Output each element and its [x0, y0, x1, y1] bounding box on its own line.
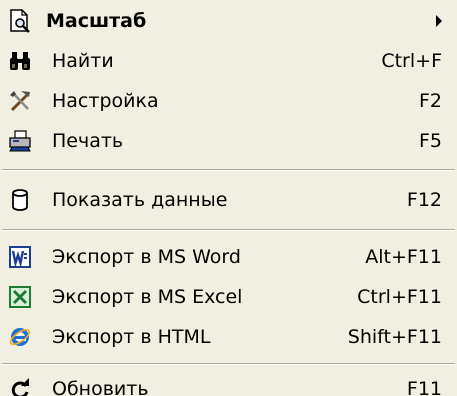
zoom-page-icon: [8, 9, 32, 33]
menu-item-show-data[interactable]: Показать данные F12: [0, 180, 457, 220]
menu-separator: [2, 363, 455, 365]
menu-item-shortcut: Ctrl+F: [381, 50, 442, 72]
menu-item-shortcut: F11: [406, 378, 442, 396]
menu-item-refresh[interactable]: Обновить F11: [0, 369, 457, 396]
menu-item-label: Показать данные: [52, 189, 228, 211]
menu-separator: [2, 229, 455, 231]
menu-item-shortcut: F5: [418, 130, 442, 152]
menu-item-shortcut: F12: [406, 189, 442, 211]
menu-item-label: Настройка: [52, 90, 159, 112]
menu-separator: [2, 169, 455, 171]
ms-excel-icon: [8, 285, 32, 309]
menu-item-export-word[interactable]: Экспорт в MS Word Alt+F11: [0, 237, 457, 277]
menu-item-print[interactable]: Печать F5: [0, 121, 457, 161]
refresh-icon: [8, 377, 32, 396]
menu-item-zoom[interactable]: Масштаб: [0, 1, 457, 41]
printer-icon: [8, 129, 32, 153]
menu-item-shortcut: Ctrl+F11: [357, 286, 442, 308]
menu-item-shortcut: Alt+F11: [365, 246, 442, 268]
menu-item-export-html[interactable]: Экспорт в HTML Shift+F11: [0, 317, 457, 357]
menu-item-settings[interactable]: Настройка F2: [0, 81, 457, 121]
submenu-arrow-icon: [436, 15, 442, 27]
menu-item-find[interactable]: Найти Ctrl+F: [0, 41, 457, 81]
menu-item-label: Масштаб: [46, 10, 147, 32]
ms-word-icon: [8, 245, 32, 269]
internet-explorer-icon: [8, 325, 32, 349]
menu-item-label: Экспорт в HTML: [52, 326, 211, 348]
tools-icon: [8, 89, 32, 113]
menu-item-label: Экспорт в MS Word: [52, 246, 241, 268]
menu-item-label: Обновить: [52, 378, 149, 396]
menu-item-label: Печать: [52, 130, 124, 152]
binoculars-icon: [8, 49, 32, 73]
database-icon: [8, 188, 32, 212]
menu-item-shortcut: F2: [418, 90, 442, 112]
context-menu: Масштаб Найти Ctrl+F Настройка F2 Печать…: [0, 0, 457, 396]
menu-item-label: Найти: [52, 50, 114, 72]
menu-item-export-excel[interactable]: Экспорт в MS Excel Ctrl+F11: [0, 277, 457, 317]
menu-item-shortcut: Shift+F11: [347, 326, 442, 348]
menu-item-label: Экспорт в MS Excel: [52, 286, 243, 308]
